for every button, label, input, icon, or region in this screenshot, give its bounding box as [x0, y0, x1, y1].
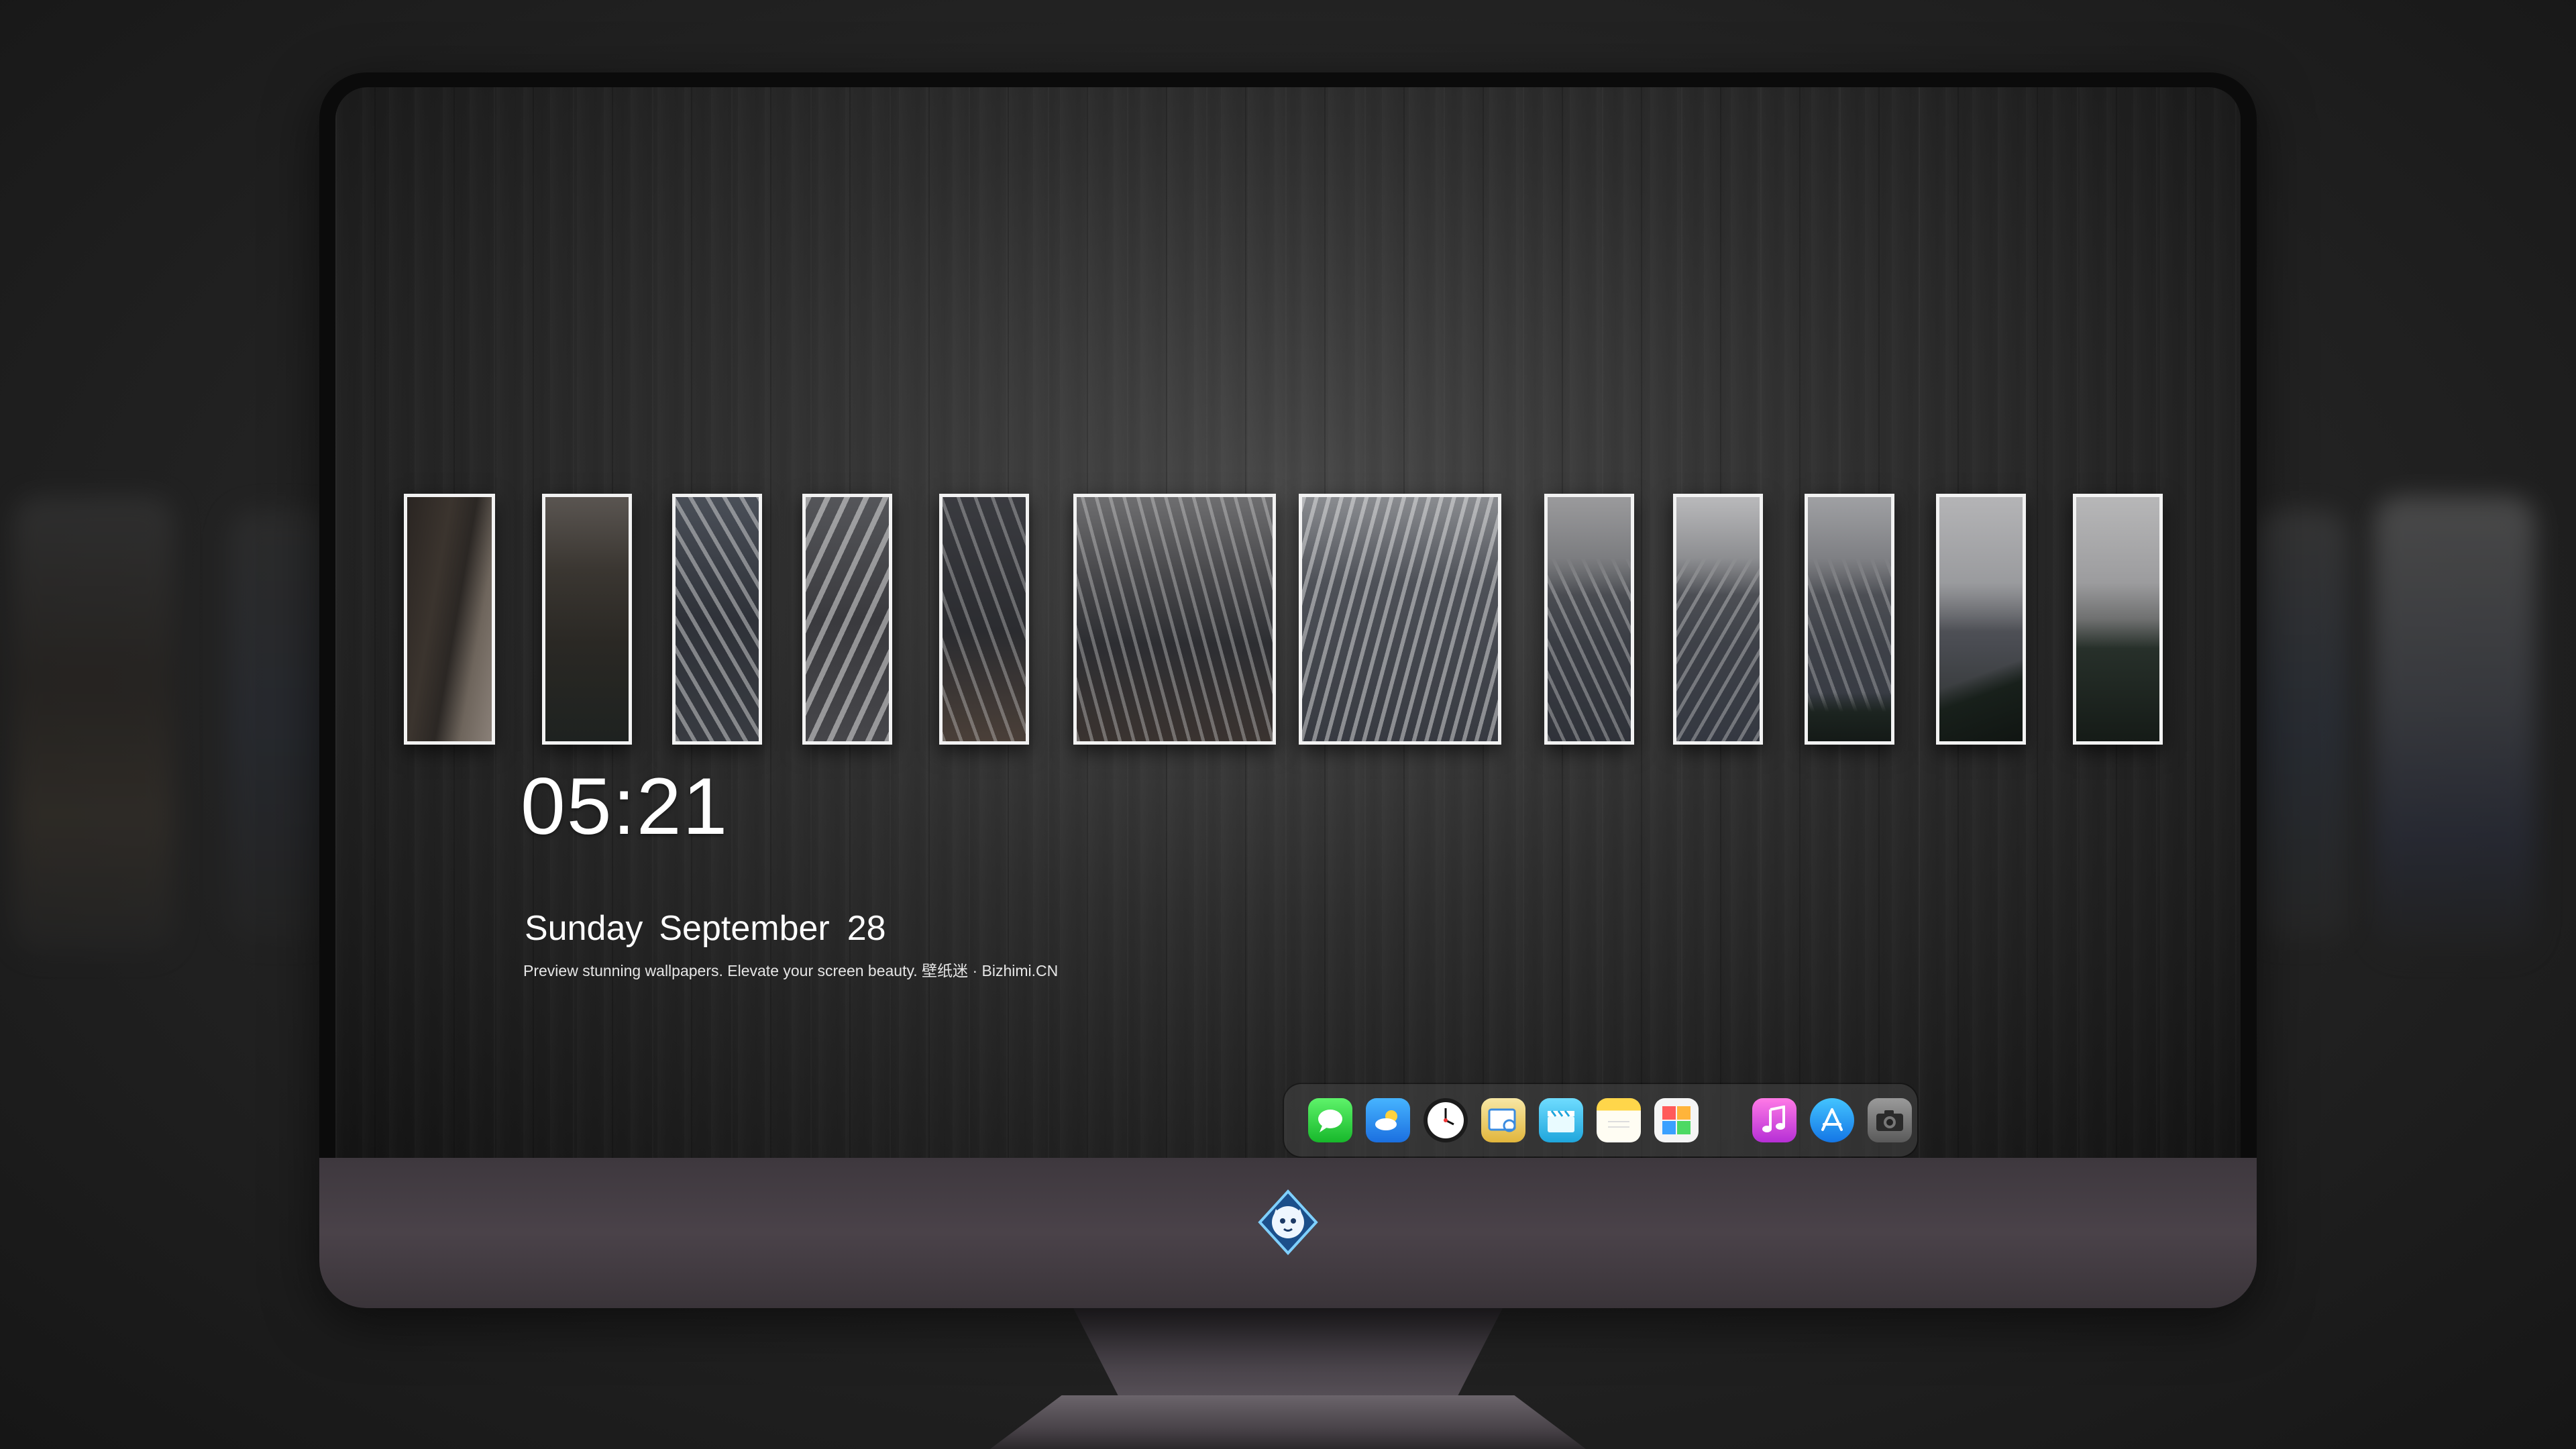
wallpaper-strip-5[interactable] [939, 494, 1029, 745]
blurred-preview-left-1 [13, 496, 174, 953]
clapperboard-icon[interactable] [1539, 1098, 1583, 1142]
wallpaper-strip-11[interactable] [1936, 494, 2026, 745]
date-month: September [659, 909, 830, 948]
wallpaper-tile-6[interactable] [1073, 494, 1276, 745]
weather-icon[interactable] [1366, 1098, 1410, 1142]
desktop-screen: 05:21 Sunday September 28 Preview stunni… [335, 87, 2241, 1158]
wallpaper-strip-1[interactable] [404, 494, 495, 745]
wallpaper-strip-2[interactable] [542, 494, 632, 745]
mascot-logo-icon [1254, 1189, 1322, 1256]
wallpaper-strip-10[interactable] [1805, 494, 1894, 745]
wallpaper-strip-12[interactable] [2073, 494, 2163, 745]
preview-icon[interactable] [1481, 1098, 1525, 1142]
music-icon[interactable] [1752, 1098, 1796, 1142]
date-weekday: Sunday [525, 909, 643, 948]
notes-icon[interactable] [1597, 1098, 1641, 1142]
photos-icon[interactable] [1654, 1098, 1699, 1142]
monitor-stand-base [990, 1395, 1586, 1449]
date-day: 28 [847, 909, 886, 948]
camera-icon[interactable] [1868, 1098, 1912, 1142]
clock-icon[interactable] [1424, 1098, 1468, 1142]
monitor-chin [319, 1158, 2257, 1308]
dock [1284, 1084, 1917, 1157]
wallpaper-strip-3[interactable] [672, 494, 762, 745]
lock-screen-date: Sunday September 28 [525, 911, 886, 946]
imac-monitor: 05:21 Sunday September 28 Preview stunni… [319, 72, 2257, 1308]
lock-screen-time: 05:21 [521, 761, 729, 851]
messages-icon[interactable] [1308, 1098, 1352, 1142]
wallpaper-preview-stage: 05:21 Sunday September 28 Preview stunni… [0, 0, 2576, 1449]
wallpaper-strip-9[interactable] [1673, 494, 1763, 745]
wallpaper-strip-4[interactable] [802, 494, 892, 745]
monitor-stand-neck [1073, 1308, 1503, 1409]
blurred-preview-right-2 [2375, 496, 2536, 953]
blurred-preview-right-1 [2254, 510, 2348, 939]
wallpaper-tile-7[interactable] [1299, 494, 1501, 745]
wallpaper-strip-8[interactable] [1544, 494, 1634, 745]
app-store-icon[interactable] [1810, 1098, 1854, 1142]
wallpaper-gallery [335, 87, 2241, 1158]
wallpaper-tagline: Preview stunning wallpapers. Elevate you… [523, 962, 1059, 979]
